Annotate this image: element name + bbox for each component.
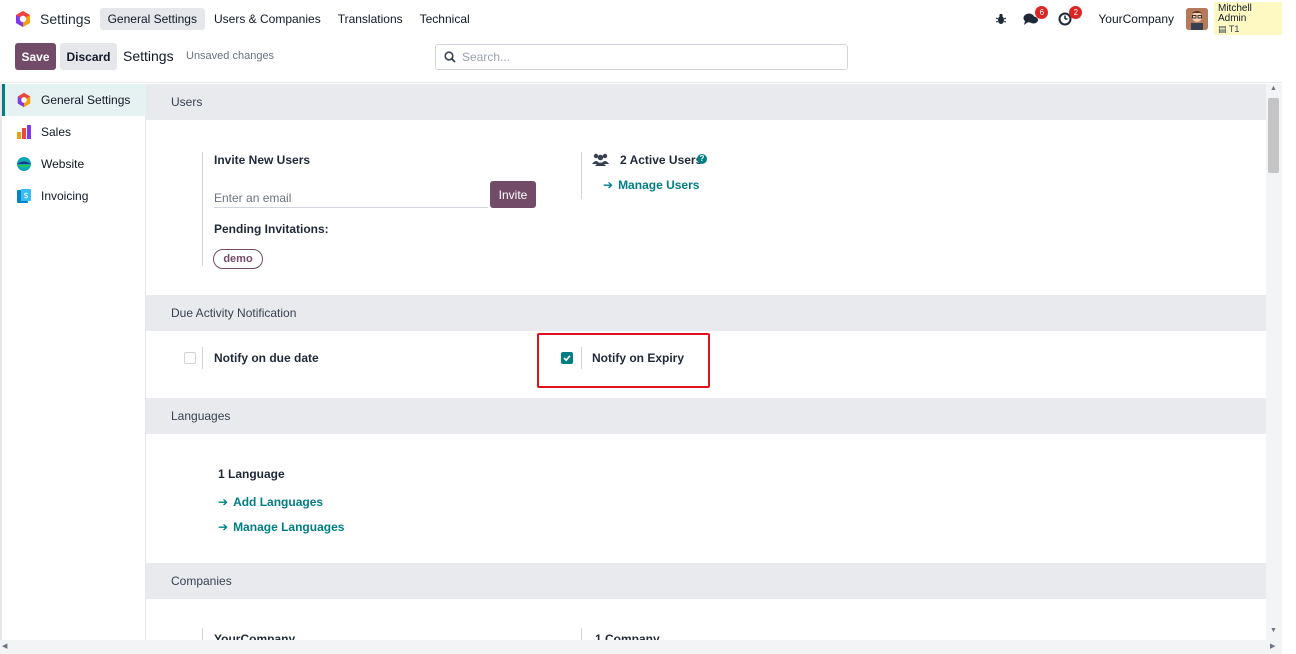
manage-languages-link[interactable]: ➔ Manage Languages (218, 520, 344, 534)
page-title: Settings (123, 48, 174, 64)
website-icon (16, 156, 32, 172)
settings-logo-icon[interactable] (14, 10, 32, 28)
highlight-box (537, 333, 710, 388)
menu-general-settings[interactable]: General Settings (99, 7, 205, 30)
search-input[interactable] (462, 50, 822, 64)
settings-sidebar: General Settings Sales Website $ Invoici… (0, 84, 146, 640)
activities-clock-icon[interactable]: 2 (1054, 5, 1083, 30)
sidebar-item-general-settings[interactable]: General Settings (2, 84, 146, 116)
user-avatar[interactable] (1186, 7, 1208, 30)
arrow-right-icon: ➔ (603, 178, 614, 192)
window-edge (1282, 37, 1296, 654)
company-count: 1 Company (595, 632, 660, 640)
sidebar-item-sales[interactable]: Sales (2, 116, 146, 148)
manage-users-link[interactable]: ➔ Manage Users (603, 178, 699, 192)
scroll-up-icon[interactable]: ▲ (1270, 85, 1277, 92)
arrow-right-icon: ➔ (218, 495, 229, 509)
database-name: ▤ T1 (1218, 24, 1278, 34)
setting-divider (581, 152, 582, 199)
vertical-scrollbar[interactable]: ▲ ▼ (1266, 84, 1282, 640)
menu-translations[interactable]: Translations (330, 8, 411, 30)
pending-invitation-tag[interactable]: demo (213, 249, 263, 269)
messages-badge: 6 (1035, 5, 1049, 19)
svg-text:$: $ (24, 191, 29, 200)
help-question-icon[interactable]: ? (697, 154, 707, 164)
scrollbar-thumb[interactable] (1268, 98, 1279, 173)
sidebar-item-label: Sales (41, 125, 72, 139)
users-group-icon (592, 153, 609, 169)
save-button[interactable]: Save (15, 43, 56, 70)
invite-email-input[interactable] (214, 188, 488, 208)
invoicing-icon: $ (16, 188, 32, 204)
sidebar-item-label: Website (41, 157, 85, 171)
activities-badge: 2 (1069, 5, 1083, 19)
settings-content: Users Invite New Users Invite Pending In… (146, 84, 1266, 640)
top-navbar: Settings General Settings Users & Compan… (0, 0, 1296, 37)
search-icon (444, 51, 456, 63)
notify-due-date-checkbox[interactable] (184, 352, 196, 364)
section-header-languages: Languages (146, 398, 1266, 434)
app-title[interactable]: Settings (40, 11, 91, 27)
settings-logo-icon (16, 92, 32, 108)
active-users-count: 2 Active Users (620, 153, 703, 167)
invite-users-title: Invite New Users (214, 153, 311, 167)
sidebar-item-label: Invoicing (41, 189, 89, 203)
search-box[interactable] (435, 44, 848, 70)
scroll-left-icon[interactable]: ◀ (2, 642, 7, 650)
sales-icon (16, 124, 32, 140)
user-menu[interactable]: Mitchell Admin ▤ T1 (1214, 2, 1282, 35)
notify-due-date-label: Notify on due date (214, 351, 319, 365)
invite-button[interactable]: Invite (490, 181, 536, 208)
section-header-users: Users (146, 84, 1266, 120)
database-icon: ▤ (1218, 24, 1227, 34)
section-header-companies: Companies (146, 563, 1266, 599)
sidebar-item-label: General Settings (41, 93, 131, 107)
add-languages-label: Add Languages (233, 495, 324, 509)
control-panel: Save Discard Settings Unsaved changes (0, 37, 1282, 83)
menu-users-companies[interactable]: Users & Companies (206, 8, 329, 30)
horizontal-scrollbar[interactable]: ◀ ▶ (0, 640, 1282, 654)
scroll-right-icon[interactable]: ▶ (1270, 642, 1275, 650)
navbar-systray: 6 2 YourCompany Mitchell Admin ▤ T1 (982, 0, 1282, 37)
discard-button[interactable]: Discard (60, 43, 117, 70)
company-name: YourCompany (214, 632, 296, 640)
setting-divider (581, 628, 582, 640)
section-header-due-activity: Due Activity Notification (146, 295, 1266, 331)
setting-divider (202, 152, 203, 266)
language-count: 1 Language (218, 467, 285, 481)
sidebar-item-website[interactable]: Website (2, 148, 146, 180)
manage-languages-label: Manage Languages (233, 520, 345, 534)
setting-divider (202, 347, 203, 369)
setting-divider (202, 628, 203, 640)
pending-invitations-label: Pending Invitations: (214, 222, 329, 236)
debug-bug-icon[interactable] (990, 8, 1012, 30)
messages-chat-icon[interactable]: 6 (1020, 5, 1049, 30)
user-name: Mitchell Admin (1218, 3, 1252, 24)
arrow-right-icon: ➔ (218, 520, 229, 534)
database-label: T1 (1228, 24, 1240, 34)
add-languages-link[interactable]: ➔ Add Languages (218, 495, 323, 509)
menu-technical[interactable]: Technical (412, 8, 478, 30)
unsaved-status: Unsaved changes (186, 50, 275, 62)
manage-users-label: Manage Users (618, 178, 700, 192)
scroll-down-icon[interactable]: ▼ (1270, 627, 1277, 634)
sidebar-item-invoicing[interactable]: $ Invoicing (2, 180, 146, 212)
company-switcher[interactable]: YourCompany (1098, 12, 1174, 26)
